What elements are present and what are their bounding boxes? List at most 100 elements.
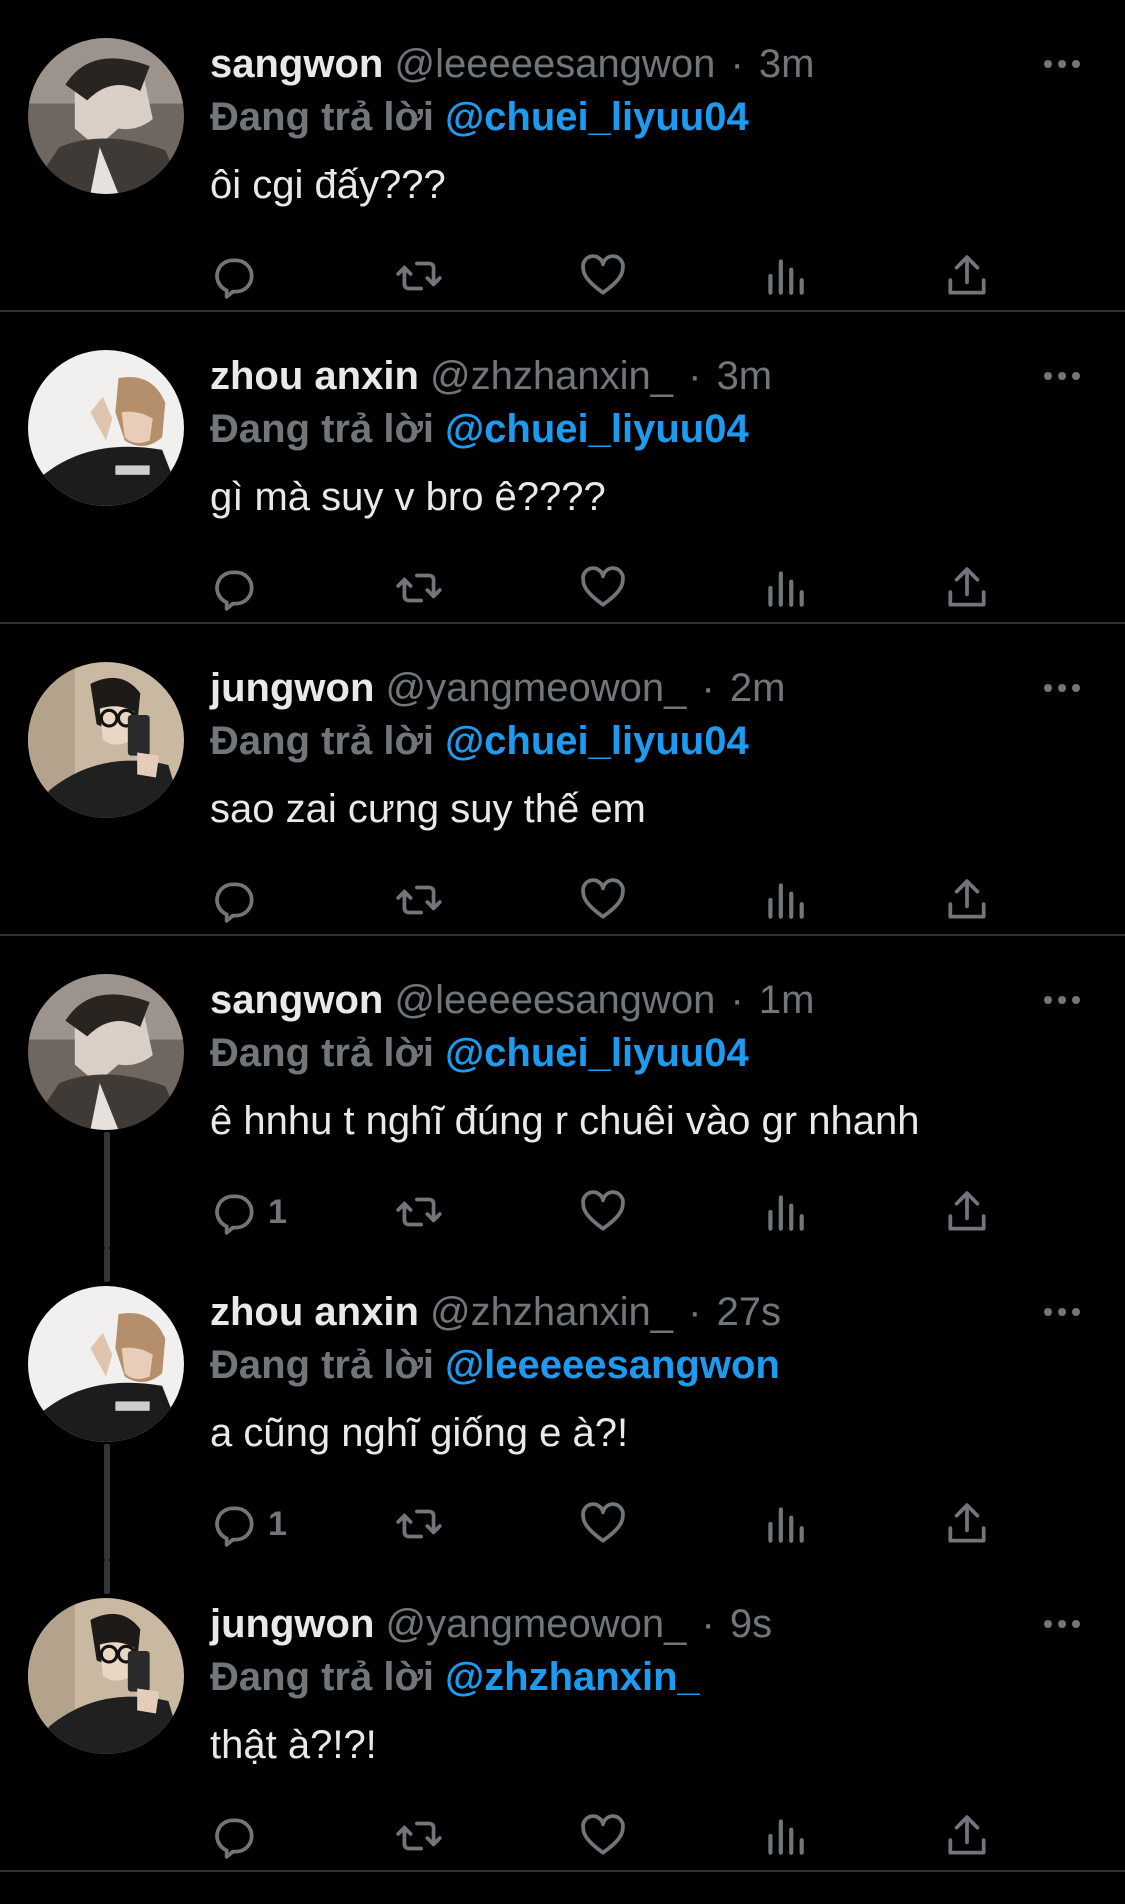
more-dots-icon[interactable] (1040, 50, 1084, 78)
timestamp[interactable]: 9s (730, 1602, 772, 1646)
timestamp[interactable]: 1m (759, 978, 815, 1022)
tweet[interactable]: jungwon @yangmeowon_ · 2m Đang trả lời @… (0, 624, 1125, 936)
more-dots-icon[interactable] (1040, 1610, 1084, 1638)
reply-button[interactable] (210, 1808, 268, 1864)
tweet-header: jungwon @yangmeowon_ · 9s (210, 1600, 772, 1648)
reply-bubble-icon (210, 875, 260, 925)
reply-context-label: Đang trả lời (210, 95, 435, 139)
action-bar (0, 1808, 1125, 1864)
user-handle[interactable]: @yangmeowon_ (386, 666, 687, 710)
tweet[interactable]: sangwon @leeeeesangwon · 1m Đang trả lời… (0, 936, 1125, 1248)
share-upload-icon (942, 251, 992, 301)
more-dots-icon[interactable] (1040, 362, 1084, 390)
reply-bubble-icon (210, 1811, 260, 1861)
tweet-text: gì mà suy v bro ê???? (210, 475, 606, 519)
tweet-header: sangwon @leeeeesangwon · 3m (210, 40, 814, 88)
reply-bubble-icon (210, 1187, 260, 1237)
timestamp[interactable]: 3m (759, 42, 815, 86)
avatar-zhou-anxin[interactable] (28, 350, 184, 506)
views-button[interactable] (760, 1808, 810, 1864)
action-bar: 1 (0, 1184, 1125, 1240)
user-handle[interactable]: @leeeeesangwon (394, 978, 715, 1022)
tweet-text: ê hnhu t nghĩ đúng r chuêi vào gr nhanh (210, 1099, 920, 1143)
retweet-button[interactable] (394, 1184, 444, 1240)
share-upload-icon (942, 875, 992, 925)
tweet[interactable]: jungwon @yangmeowon_ · 9s Đang trả lời @… (0, 1560, 1125, 1872)
display-name[interactable]: sangwon (210, 978, 383, 1022)
views-button[interactable] (760, 1184, 810, 1240)
display-name[interactable]: jungwon (210, 1602, 374, 1646)
reply-to-handle[interactable]: @leeeeesangwon (445, 1343, 780, 1387)
retweet-button[interactable] (394, 872, 444, 928)
reply-button[interactable] (210, 872, 268, 928)
timestamp[interactable]: 27s (717, 1290, 782, 1334)
views-button[interactable] (760, 872, 810, 928)
like-button[interactable] (578, 248, 628, 304)
share-button[interactable] (942, 248, 992, 304)
user-handle[interactable]: @zhzhanxin_ (430, 354, 673, 398)
display-name[interactable]: sangwon (210, 42, 383, 86)
tweet-header: sangwon @leeeeesangwon · 1m (210, 976, 814, 1024)
action-bar (0, 560, 1125, 616)
display-name[interactable]: zhou anxin (210, 354, 419, 398)
reply-to-handle[interactable]: @chuei_liyuu04 (445, 719, 749, 763)
avatar-jungwon[interactable] (28, 662, 184, 818)
views-button[interactable] (760, 248, 810, 304)
more-dots-icon[interactable] (1040, 1298, 1084, 1326)
reply-context: Đang trả lời @chuei_liyuu04 (210, 92, 749, 142)
reply-to-handle[interactable]: @chuei_liyuu04 (445, 407, 749, 451)
share-button[interactable] (942, 560, 992, 616)
user-handle[interactable]: @leeeeesangwon (394, 42, 715, 86)
heart-icon (578, 1811, 628, 1861)
share-button[interactable] (942, 1184, 992, 1240)
tweet[interactable]: zhou anxin @zhzhanxin_ · 3m Đang trả lời… (0, 312, 1125, 624)
views-button[interactable] (760, 560, 810, 616)
timestamp[interactable]: 2m (730, 666, 786, 710)
reply-context-label: Đang trả lời (210, 1031, 435, 1075)
share-button[interactable] (942, 1496, 992, 1552)
retweet-icon (394, 1187, 444, 1237)
share-button[interactable] (942, 872, 992, 928)
timestamp[interactable]: 3m (717, 354, 773, 398)
reply-button[interactable] (210, 560, 268, 616)
display-name[interactable]: jungwon (210, 666, 374, 710)
dot-separator: · (701, 666, 715, 710)
share-button[interactable] (942, 1808, 992, 1864)
display-name[interactable]: zhou anxin (210, 1290, 419, 1334)
reply-to-handle[interactable]: @chuei_liyuu04 (445, 95, 749, 139)
avatar-jungwon[interactable] (28, 1598, 184, 1754)
like-button[interactable] (578, 872, 628, 928)
reply-button[interactable]: 1 (210, 1496, 287, 1552)
tweet-text: a cũng nghĩ giống e à?! (210, 1411, 629, 1455)
avatar-zhou-anxin[interactable] (28, 1286, 184, 1442)
like-button[interactable] (578, 1184, 628, 1240)
retweet-button[interactable] (394, 1496, 444, 1552)
retweet-button[interactable] (394, 1808, 444, 1864)
avatar-sangwon[interactable] (28, 974, 184, 1130)
user-handle[interactable]: @zhzhanxin_ (430, 1290, 673, 1334)
like-button[interactable] (578, 560, 628, 616)
heart-icon (578, 1499, 628, 1549)
views-button[interactable] (760, 1496, 810, 1552)
tweet[interactable]: zhou anxin @zhzhanxin_ · 27s Đang trả lờ… (0, 1248, 1125, 1560)
reply-context: Đang trả lời @chuei_liyuu04 (210, 1028, 749, 1078)
retweet-button[interactable] (394, 248, 444, 304)
more-dots-icon[interactable] (1040, 986, 1084, 1014)
reply-to-handle[interactable]: @chuei_liyuu04 (445, 1031, 749, 1075)
like-button[interactable] (578, 1496, 628, 1552)
retweet-icon (394, 251, 444, 301)
tweet[interactable]: sangwon @leeeeesangwon · 3m Đang trả lời… (0, 0, 1125, 312)
avatar-sangwon[interactable] (28, 38, 184, 194)
reply-button[interactable]: 1 (210, 1184, 287, 1240)
reply-button[interactable] (210, 248, 268, 304)
like-button[interactable] (578, 1808, 628, 1864)
avatar-image (28, 1286, 184, 1442)
dot-separator: · (730, 978, 744, 1022)
user-handle[interactable]: @yangmeowon_ (386, 1602, 687, 1646)
retweet-icon (394, 1811, 444, 1861)
retweet-button[interactable] (394, 560, 444, 616)
reply-context: Đang trả lời @zhzhanxin_ (210, 1652, 700, 1702)
avatar-image (28, 662, 184, 818)
reply-to-handle[interactable]: @zhzhanxin_ (445, 1655, 700, 1699)
more-dots-icon[interactable] (1040, 674, 1084, 702)
